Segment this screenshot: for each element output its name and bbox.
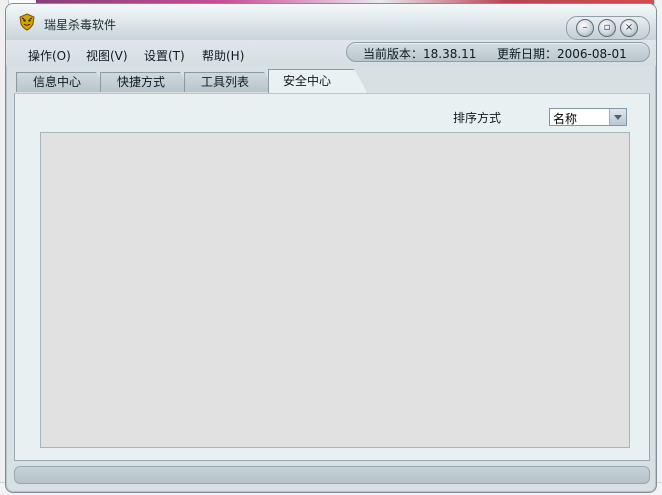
minimize-button[interactable]: – — [576, 19, 594, 37]
menu-operate[interactable]: 操作(O) — [28, 47, 71, 64]
sort-dropdown[interactable]: 名称 — [549, 108, 627, 126]
close-button[interactable]: × — [620, 19, 638, 37]
tab-shortcuts[interactable]: 快捷方式 — [100, 72, 192, 92]
tab-tool-list[interactable]: 工具列表 — [184, 72, 276, 92]
maximize-icon: ▫ — [603, 22, 611, 33]
minimize-icon: – — [582, 22, 588, 33]
tiger-shield-icon — [18, 13, 36, 31]
close-icon: × — [624, 22, 634, 33]
tab-strip: 信息中心 快捷方式 工具列表 安全中心 — [14, 68, 648, 94]
security-center-panel: 排序方式 名称 — [14, 93, 650, 461]
chevron-down-icon[interactable] — [609, 109, 626, 125]
version-info-bar: 当前版本：18.38.11 更新日期：2006-08-01 — [346, 42, 650, 62]
title-bar[interactable]: 瑞星杀毒软件 – ▫ × — [6, 4, 656, 40]
sort-label: 排序方式 — [453, 111, 502, 125]
menu-help[interactable]: 帮助(H) — [202, 47, 244, 64]
desktop-background: 瑞星杀毒软件 – ▫ × 操作(O) 视图(V) 设置(T) 帮助(H) 当前版… — [0, 0, 662, 495]
security-list[interactable] — [40, 132, 630, 448]
status-bar — [14, 466, 650, 484]
menu-settings[interactable]: 设置(T) — [144, 47, 185, 64]
tab-label: 安全中心 — [283, 74, 332, 88]
current-version-text: 当前版本：18.38.11 — [363, 47, 477, 61]
maximize-button[interactable]: ▫ — [598, 19, 616, 37]
tab-info-center[interactable]: 信息中心 — [16, 72, 108, 92]
menu-bar: 操作(O) 视图(V) 设置(T) 帮助(H) 当前版本：18.38.11 更新… — [6, 40, 656, 66]
tab-label: 工具列表 — [201, 75, 250, 89]
sort-selected-value: 名称 — [553, 112, 578, 126]
tab-security-center[interactable]: 安全中心 — [268, 69, 368, 94]
tab-label: 快捷方式 — [117, 75, 166, 89]
tab-label: 信息中心 — [33, 75, 82, 89]
main-window: 瑞星杀毒软件 – ▫ × 操作(O) 视图(V) 设置(T) 帮助(H) 当前版… — [5, 3, 657, 493]
menu-view[interactable]: 视图(V) — [86, 47, 128, 64]
window-title: 瑞星杀毒软件 — [44, 18, 117, 32]
window-controls: – ▫ × — [566, 16, 650, 40]
update-date-text: 更新日期：2006-08-01 — [497, 47, 627, 61]
